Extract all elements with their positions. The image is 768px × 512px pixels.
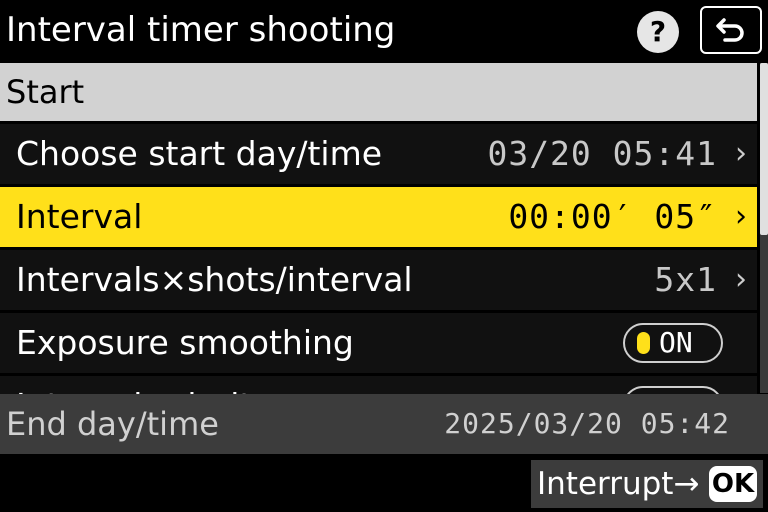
- menu-item-value: 00:00′ 05″: [508, 197, 717, 236]
- menu-item-value: 03/20 05:41: [487, 134, 717, 173]
- menu-item-label: Interval priority: [16, 376, 272, 394]
- menu-item-label: Interval: [16, 197, 143, 236]
- toggle-state: ON: [659, 326, 693, 359]
- exposure-smoothing-toggle[interactable]: ON: [623, 323, 723, 363]
- ok-button-icon: OK: [709, 466, 757, 502]
- menu-item-interval-priority[interactable]: Interval priority ON: [0, 376, 757, 394]
- end-day-time-value: 2025/03/20 05:42: [444, 407, 730, 440]
- menu-item-label: Choose start day/time: [16, 134, 383, 173]
- back-button[interactable]: [700, 6, 762, 54]
- menu-item-intervals-shots[interactable]: Intervals×shots/interval 5x1 ›: [0, 250, 757, 310]
- end-day-time-label: End day/time: [6, 405, 219, 443]
- chevron-right-icon: ›: [735, 262, 747, 297]
- help-icon[interactable]: ?: [637, 11, 679, 53]
- back-arrow-icon: [716, 18, 744, 42]
- menu-item-interval[interactable]: Interval 00:00′ 05″ ›: [0, 187, 757, 247]
- menu-item-value: 5x1: [654, 260, 717, 299]
- header-bar: Interval timer shooting ?: [0, 0, 768, 62]
- menu-item-label: Intervals×shots/interval: [16, 260, 413, 299]
- end-day-time-bar: End day/time 2025/03/20 05:42: [0, 394, 768, 454]
- chevron-right-icon: ›: [735, 199, 747, 234]
- page-title: Interval timer shooting: [6, 10, 396, 50]
- menu-item-label: Exposure smoothing: [16, 323, 354, 362]
- menu-item-exposure-smoothing[interactable]: Exposure smoothing ON: [0, 313, 757, 373]
- menu-item-choose-start[interactable]: Choose start day/time 03/20 05:41 ›: [0, 124, 757, 184]
- scrollbar[interactable]: [760, 63, 768, 393]
- interrupt-button[interactable]: Interrupt→ OK: [531, 460, 763, 508]
- scroll-thumb[interactable]: [760, 63, 768, 235]
- chevron-right-icon: ›: [735, 136, 747, 171]
- interval-priority-toggle[interactable]: ON: [623, 386, 723, 394]
- section-header-start: Start: [0, 63, 757, 121]
- interrupt-label: Interrupt→: [537, 466, 700, 502]
- menu-list: Choose start day/time 03/20 05:41 › Inte…: [0, 124, 757, 394]
- toggle-indicator: [637, 332, 650, 354]
